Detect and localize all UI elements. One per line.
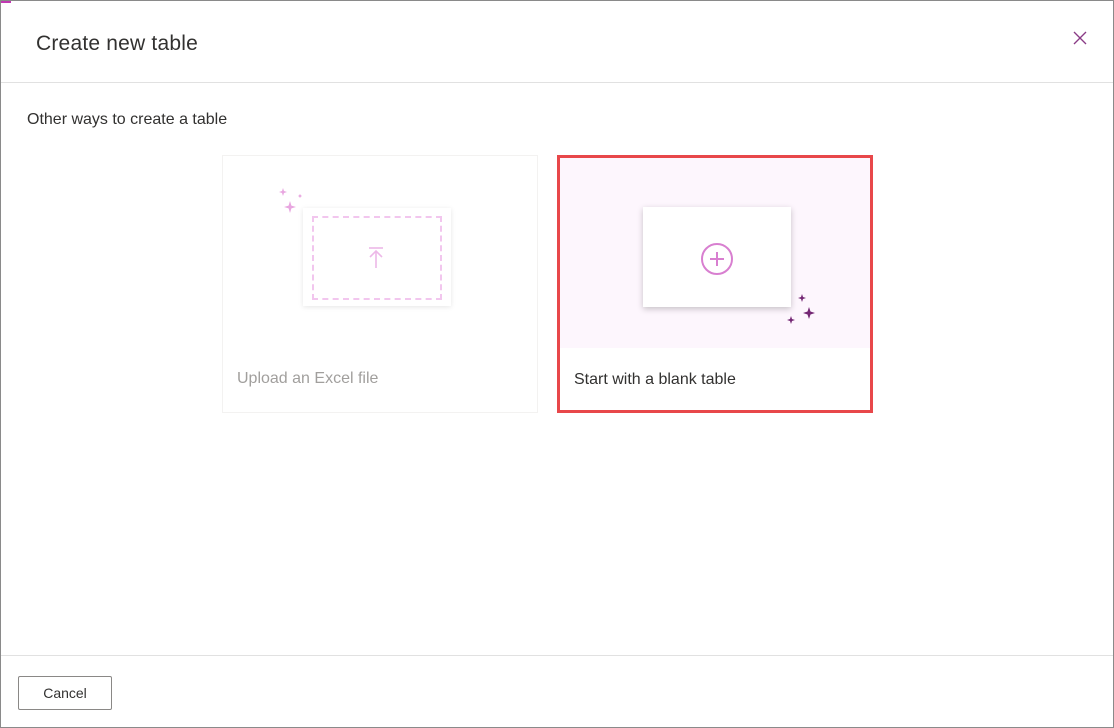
dialog-footer: Cancel: [1, 655, 1113, 728]
close-icon: [1073, 31, 1087, 45]
upload-paper: [303, 208, 451, 306]
upload-excel-label: Upload an Excel file: [237, 370, 379, 387]
section-heading: Other ways to create a table: [27, 111, 228, 128]
dialog-title: Create new table: [36, 32, 198, 55]
cancel-button[interactable]: Cancel: [18, 676, 112, 710]
upload-illustration: [223, 156, 537, 346]
dialog-header: Create new table: [1, 1, 1113, 83]
upload-excel-card[interactable]: Upload an Excel file: [222, 155, 538, 413]
upload-icon: [369, 247, 383, 268]
blank-table-illustration: [560, 158, 870, 348]
close-button[interactable]: [1069, 27, 1091, 49]
create-table-dialog: Create new table Other ways to create a …: [0, 0, 1114, 728]
blank-table-label: Start with a blank table: [574, 371, 736, 388]
plus-circle-icon: [701, 243, 733, 275]
sparkle-icon: [787, 294, 815, 324]
blank-paper: [643, 207, 791, 307]
blank-table-card[interactable]: Start with a blank table: [557, 155, 873, 413]
